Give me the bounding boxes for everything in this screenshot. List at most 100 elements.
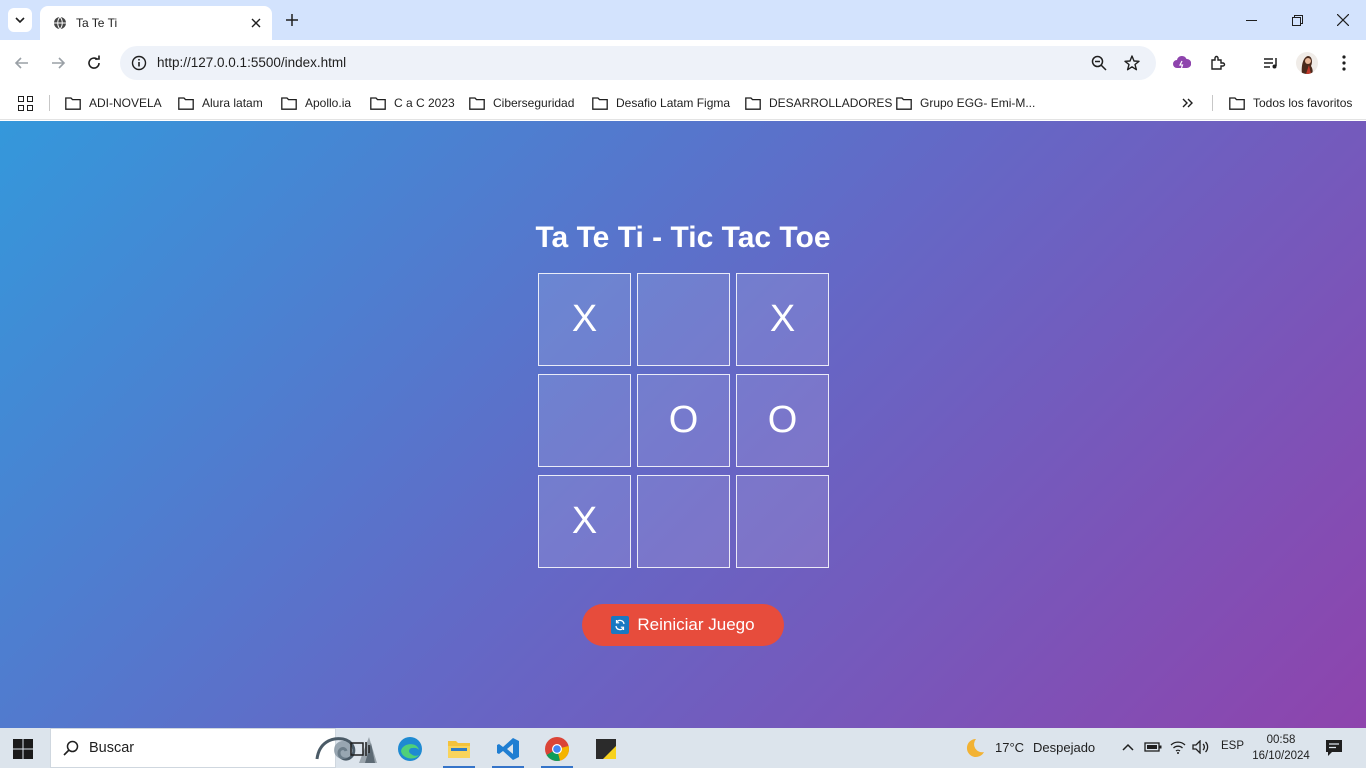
- weather-temperature[interactable]: 17°C: [995, 740, 1024, 755]
- close-window-button[interactable]: [1320, 6, 1366, 34]
- clock-date: 16/10/2024: [1252, 750, 1310, 762]
- tab-search-button[interactable]: [8, 8, 32, 32]
- arrow-right-icon: [52, 57, 66, 69]
- bookmark-folder[interactable]: DESARROLLADORES: [745, 93, 892, 113]
- extensions-icon[interactable]: [1206, 51, 1230, 75]
- minimize-button[interactable]: [1228, 6, 1274, 34]
- folder-icon: [745, 96, 761, 110]
- all-bookmarks-label: Todos los favoritos: [1253, 96, 1353, 110]
- refresh-icon: [611, 616, 630, 634]
- sticky-notes-button[interactable]: [586, 732, 626, 766]
- input-language[interactable]: ESP: [1221, 740, 1244, 752]
- address-bar[interactable]: http://127.0.0.1:5500/index.html: [120, 46, 1156, 80]
- board-cell[interactable]: X: [538, 273, 631, 366]
- chevron-down-icon: [15, 17, 25, 24]
- board-cell[interactable]: O: [637, 374, 730, 467]
- sticky-notes-icon: [596, 739, 616, 759]
- game-title: Ta Te Ti - Tic Tac Toe: [535, 221, 831, 254]
- bookmark-folder[interactable]: Alura latam: [178, 93, 263, 113]
- game-page: Ta Te Ti - Tic Tac Toe X X O O X Reinici…: [0, 121, 1366, 728]
- bookmark-folder[interactable]: Desafio Latam Figma: [592, 93, 730, 113]
- file-explorer-button[interactable]: [439, 732, 479, 768]
- zoom-icon[interactable]: [1089, 53, 1109, 73]
- board-cell[interactable]: [538, 374, 631, 467]
- bookmark-folder[interactable]: Ciberseguridad: [469, 93, 574, 113]
- wifi-icon[interactable]: [1170, 740, 1186, 754]
- system-clock[interactable]: 00:58 16/10/2024: [1242, 732, 1320, 764]
- notifications-icon[interactable]: [1325, 739, 1343, 757]
- battery-icon[interactable]: [1144, 741, 1162, 753]
- browser-toolbar: http://127.0.0.1:5500/index.html: [0, 40, 1366, 86]
- close-icon[interactable]: [248, 15, 264, 31]
- url-text[interactable]: http://127.0.0.1:5500/index.html: [157, 55, 346, 70]
- reset-game-button[interactable]: Reiniciar Juego: [582, 604, 784, 646]
- close-icon: [1337, 14, 1349, 26]
- folder-icon: [896, 96, 912, 110]
- windows-start-icon[interactable]: [12, 738, 34, 760]
- media-controls-icon[interactable]: [1259, 51, 1283, 75]
- reset-game-label: Reiniciar Juego: [637, 615, 755, 634]
- folder-icon: [281, 96, 297, 110]
- bookmark-label: Grupo EGG- Emi-M...: [920, 96, 1036, 110]
- profile-avatar[interactable]: [1296, 52, 1318, 74]
- tab-title: Ta Te Ti: [76, 16, 118, 30]
- reload-icon: [88, 55, 100, 69]
- vscode-icon: [497, 738, 519, 760]
- site-info-icon[interactable]: [128, 52, 150, 74]
- edge-icon: [398, 737, 422, 761]
- folder-icon: [448, 741, 470, 758]
- new-tab-button[interactable]: [282, 10, 302, 30]
- menu-icon[interactable]: [1332, 51, 1356, 75]
- bookmark-folder[interactable]: C a C 2023: [370, 93, 455, 113]
- back-button[interactable]: [10, 51, 34, 75]
- bookmark-folder[interactable]: ADI-NOVELA: [65, 93, 162, 113]
- bookmark-label: Alura latam: [202, 96, 263, 110]
- folder-icon: [1229, 96, 1245, 110]
- clock-time: 00:58: [1266, 734, 1296, 746]
- moon-icon: [966, 738, 984, 757]
- bookmark-label: DESARROLLADORES: [769, 96, 893, 110]
- taskbar-search-placeholder: Buscar: [89, 740, 135, 756]
- board-cell[interactable]: [637, 475, 730, 568]
- bookmark-label: C a C 2023: [394, 96, 455, 110]
- double-chevron-right-icon: [1182, 98, 1193, 108]
- bookmark-label: Apollo.ia: [305, 96, 352, 110]
- minimize-icon: [1245, 19, 1257, 21]
- folder-icon: [65, 96, 81, 110]
- taskbar: Buscar 17°C Despejado ESP 00:58 16/10/20…: [0, 728, 1366, 768]
- board-cell[interactable]: X: [538, 475, 631, 568]
- bookmark-folder[interactable]: Apollo.ia: [281, 93, 351, 113]
- volume-icon[interactable]: [1192, 740, 1210, 754]
- chrome-icon: [545, 737, 569, 761]
- folder-icon: [592, 96, 608, 110]
- edge-app-button[interactable]: [390, 732, 430, 766]
- bookmark-folder[interactable]: Grupo EGG- Emi-M...: [896, 93, 1035, 113]
- cloud-extension-icon[interactable]: [1170, 51, 1194, 75]
- apps-button[interactable]: [18, 93, 33, 113]
- game-board: X X O O X: [538, 273, 830, 568]
- plus-icon: [286, 14, 298, 26]
- board-cell[interactable]: [637, 273, 730, 366]
- more-bookmarks-button[interactable]: [1182, 93, 1194, 113]
- chrome-app-button[interactable]: [537, 732, 577, 768]
- task-view-button[interactable]: [340, 732, 380, 766]
- bookmarks-divider: [49, 95, 50, 111]
- board-cell[interactable]: X: [736, 273, 829, 366]
- globe-icon: [52, 15, 68, 31]
- restore-button[interactable]: [1274, 6, 1320, 34]
- vscode-app-button[interactable]: [488, 732, 528, 768]
- forward-button[interactable]: [46, 51, 70, 75]
- arrow-left-icon: [14, 57, 28, 69]
- task-view-icon: [350, 742, 370, 756]
- browser-tab[interactable]: Ta Te Ti: [40, 6, 272, 40]
- all-bookmarks-folder[interactable]: Todos los favoritos: [1229, 93, 1352, 113]
- taskbar-search[interactable]: Buscar: [50, 728, 377, 768]
- board-cell[interactable]: O: [736, 374, 829, 467]
- board-cell[interactable]: [736, 475, 829, 568]
- weather-description[interactable]: Despejado: [1033, 740, 1095, 755]
- bookmark-star-icon[interactable]: [1122, 53, 1142, 73]
- reload-button[interactable]: [82, 51, 106, 75]
- folder-icon: [178, 96, 194, 110]
- bookmark-label: ADI-NOVELA: [89, 96, 162, 110]
- chevron-up-icon[interactable]: [1122, 743, 1134, 751]
